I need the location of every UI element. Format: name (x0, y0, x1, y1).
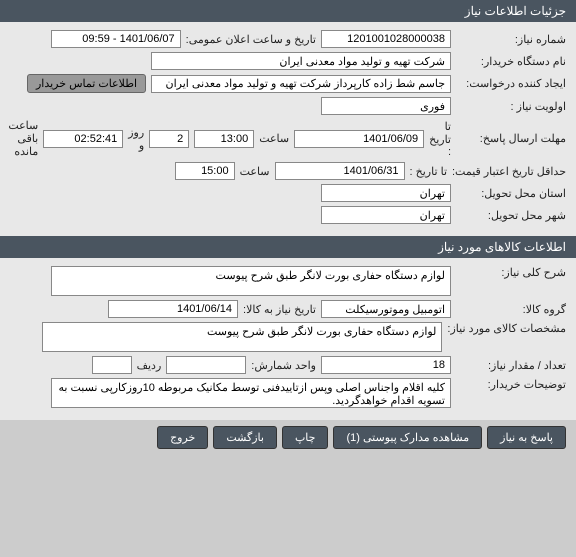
spec-field[interactable] (42, 322, 442, 352)
requester-field[interactable] (151, 75, 451, 93)
desc-label: شرح کلی نیاز: (456, 266, 566, 279)
delivery-province-label: استان محل تحویل: (456, 187, 566, 200)
delivery-city-field[interactable] (321, 206, 451, 224)
remain-time-field[interactable] (43, 130, 123, 148)
announce-field[interactable] (51, 30, 181, 48)
day-count-field[interactable] (149, 130, 189, 148)
attachments-button[interactable]: مشاهده مدارک پیوستی (1) (333, 426, 482, 449)
to-date-label-1: تا تاریخ : (429, 120, 451, 158)
need-date-label: تاریخ نیاز به کالا: (243, 303, 316, 316)
section-title-goods: اطلاعات کالاهای مورد نیاز (438, 240, 566, 254)
send-deadline-label: مهلت ارسال پاسخ: (456, 132, 566, 145)
delivery-city-label: شهر محل تحویل: (456, 209, 566, 222)
price-date-field[interactable] (275, 162, 405, 180)
send-time-field[interactable] (194, 130, 254, 148)
priority-field[interactable] (321, 97, 451, 115)
day-label: روز و (128, 126, 144, 152)
section-goods: شرح کلی نیاز: گروه کالا: تاریخ نیاز به ک… (0, 258, 576, 420)
reply-button[interactable]: پاسخ به نیاز (487, 426, 566, 449)
section-title: جزئیات اطلاعات نیاز (465, 4, 566, 18)
group-label: گروه کالا: (456, 303, 566, 316)
price-validity-label: حداقل تاریخ اعتبار قیمت: (452, 165, 566, 178)
section-header-need-details: جزئیات اطلاعات نیاز (0, 0, 576, 22)
send-date-field[interactable] (294, 130, 424, 148)
footer-bar: پاسخ به نیاز مشاهده مدارک پیوستی (1) چاپ… (0, 420, 576, 455)
to-date-label-2: تا تاریخ : (410, 165, 447, 178)
price-time-field[interactable] (175, 162, 235, 180)
spec-label: مشخصات کالای مورد نیاز: (447, 322, 566, 335)
group-field[interactable] (321, 300, 451, 318)
exit-button[interactable]: خروج (157, 426, 208, 449)
time-label-2: ساعت (240, 165, 270, 178)
buyer-field[interactable] (151, 52, 451, 70)
need-date-field[interactable] (108, 300, 238, 318)
section-need-details: شماره نیاز: تاریخ و ساعت اعلان عمومی: نا… (0, 22, 576, 236)
announce-label: تاریخ و ساعت اعلان عمومی: (186, 33, 316, 46)
contact-buyer-button[interactable]: اطلاعات تماس خریدار (27, 74, 146, 93)
time-label-1: ساعت (259, 132, 289, 145)
need-no-label: شماره نیاز: (456, 33, 566, 46)
need-no-field[interactable] (321, 30, 451, 48)
qty-label: تعداد / مقدار نیاز: (456, 359, 566, 372)
back-button[interactable]: بازگشت (213, 426, 277, 449)
remain-label: ساعت باقی مانده (8, 119, 38, 158)
qty-field[interactable] (321, 356, 451, 374)
requester-label: ایجاد کننده درخواست: (456, 77, 566, 90)
desc-field[interactable] (51, 266, 451, 296)
print-button[interactable]: چاپ (282, 426, 329, 449)
row-label: ردیف (137, 359, 162, 372)
priority-label: اولویت نیاز : (456, 100, 566, 113)
notes-field[interactable] (51, 378, 451, 408)
unit-field[interactable] (166, 356, 246, 374)
unit-label: واحد شمارش: (251, 359, 316, 372)
buyer-label: نام دستگاه خریدار: (456, 55, 566, 68)
row-field[interactable] (92, 356, 132, 374)
notes-label: توضیحات خریدار: (456, 378, 566, 391)
section-header-goods: اطلاعات کالاهای مورد نیاز (0, 236, 576, 258)
delivery-province-field[interactable] (321, 184, 451, 202)
